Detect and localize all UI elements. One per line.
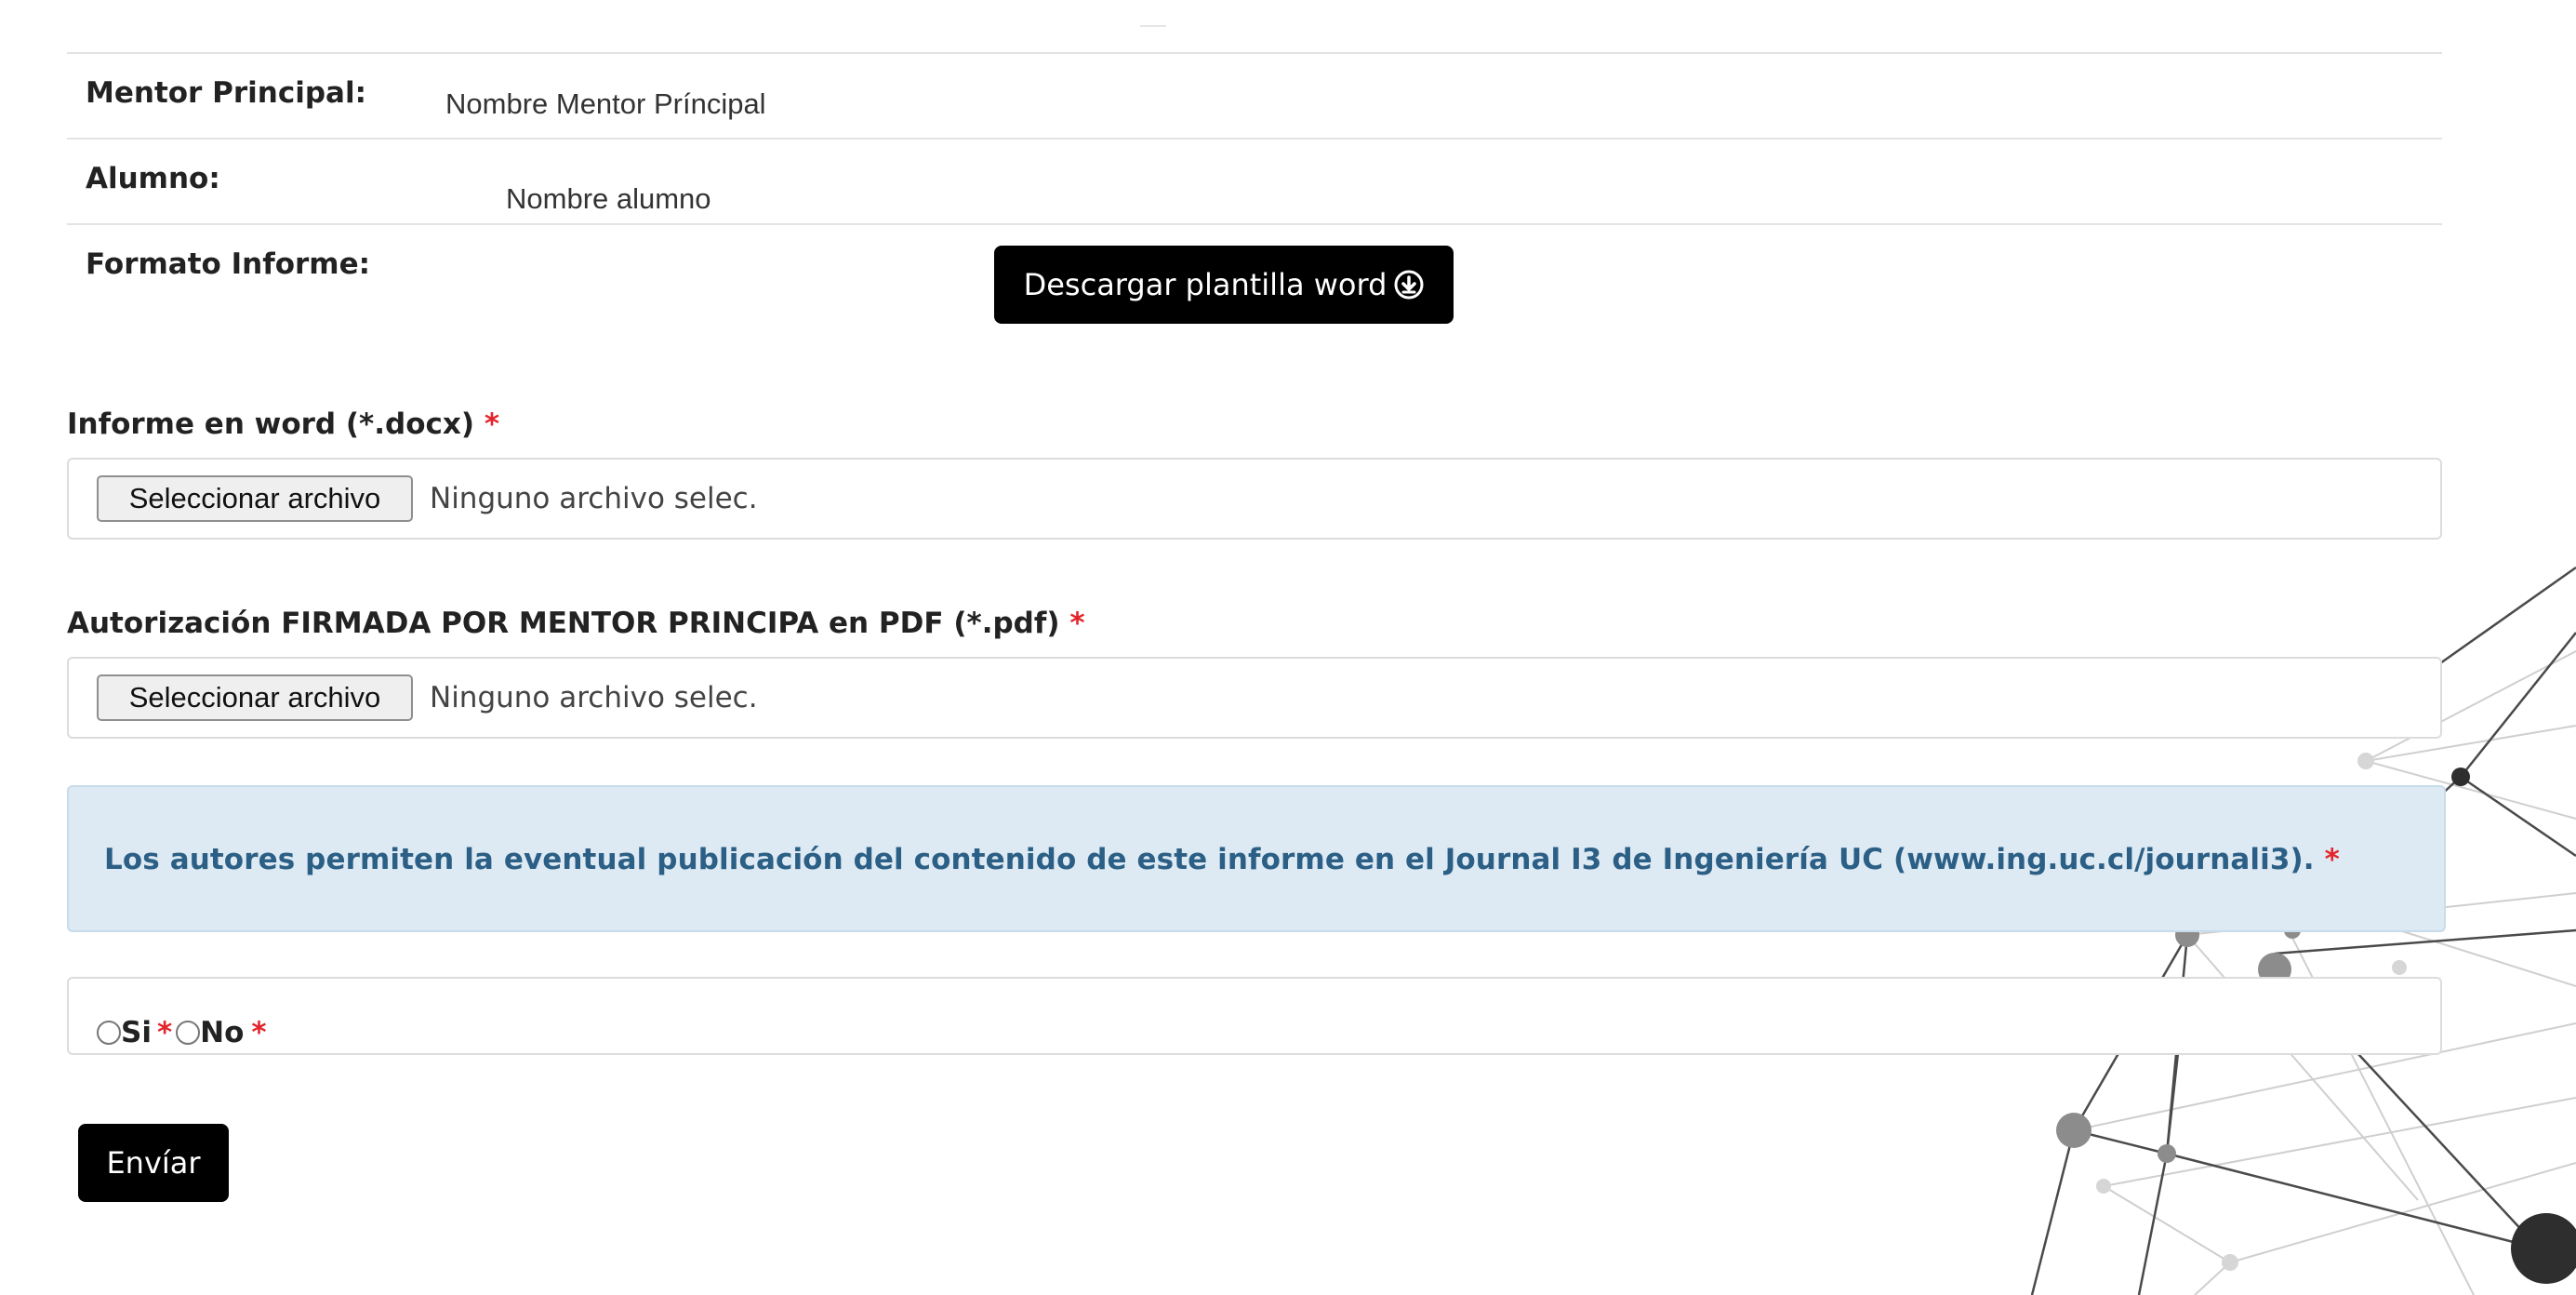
- mentor-row: Mentor Principal: Nombre Mentor Príncipa…: [67, 52, 2442, 138]
- word-upload-label-text: Informe en word (*.docx): [67, 407, 475, 441]
- student-row: Alumno: Nombre alumno: [67, 138, 2442, 223]
- publication-consent-alert: Los autores permiten la eventual publica…: [67, 785, 2446, 932]
- download-button-label: Descargar plantilla word: [1023, 267, 1388, 302]
- pdf-file-status: Ninguno archivo selec.: [430, 681, 758, 714]
- radio-no[interactable]: [176, 1021, 201, 1045]
- radio-yes-required-mark: *: [156, 1016, 173, 1049]
- format-label: Formato Informe:: [86, 247, 371, 281]
- format-row: Formato Informe: Descargar plantilla wor…: [67, 223, 2442, 337]
- word-select-file-button[interactable]: Seleccionar archivo: [97, 475, 413, 522]
- radio-no-required-mark: *: [251, 1016, 267, 1049]
- mentor-label: Mentor Principal:: [86, 76, 366, 110]
- radio-yes-label[interactable]: Si: [121, 1016, 152, 1049]
- radio-no-label[interactable]: No: [200, 1016, 244, 1049]
- word-required-mark: *: [484, 407, 500, 441]
- top-divider: [1140, 25, 1166, 27]
- download-template-button[interactable]: Descargar plantilla word: [994, 246, 1454, 324]
- submit-button[interactable]: Envíar: [78, 1124, 229, 1202]
- word-upload-label: Informe en word (*.docx) *: [67, 407, 499, 441]
- word-file-status: Ninguno archivo selec.: [430, 482, 758, 515]
- student-value: Nombre alumno: [506, 182, 711, 215]
- pdf-select-file-button[interactable]: Seleccionar archivo: [97, 674, 413, 721]
- download-circle-icon: [1394, 270, 1424, 300]
- pdf-required-mark: *: [1069, 607, 1085, 640]
- report-info-table: Mentor Principal: Nombre Mentor Príncipa…: [67, 52, 2442, 337]
- student-label: Alumno:: [86, 162, 220, 195]
- radio-options: Si * No *: [97, 1016, 271, 1049]
- pdf-upload-label: Autorización FIRMADA POR MENTOR PRINCIPA…: [67, 607, 1085, 640]
- radio-yes[interactable]: [97, 1021, 121, 1045]
- consent-message: Los autores permiten la eventual publica…: [104, 843, 2315, 876]
- pdf-file-input[interactable]: Seleccionar archivo Ninguno archivo sele…: [67, 657, 2442, 739]
- publication-choice-group: Si * No *: [67, 977, 2442, 1055]
- word-file-input[interactable]: Seleccionar archivo Ninguno archivo sele…: [67, 458, 2442, 540]
- consent-required-mark: *: [2324, 843, 2340, 876]
- consent-text: Los autores permiten la eventual publica…: [104, 843, 2340, 876]
- pdf-upload-label-text: Autorización FIRMADA POR MENTOR PRINCIPA…: [67, 607, 1060, 640]
- mentor-value: Nombre Mentor Príncipal: [445, 87, 766, 120]
